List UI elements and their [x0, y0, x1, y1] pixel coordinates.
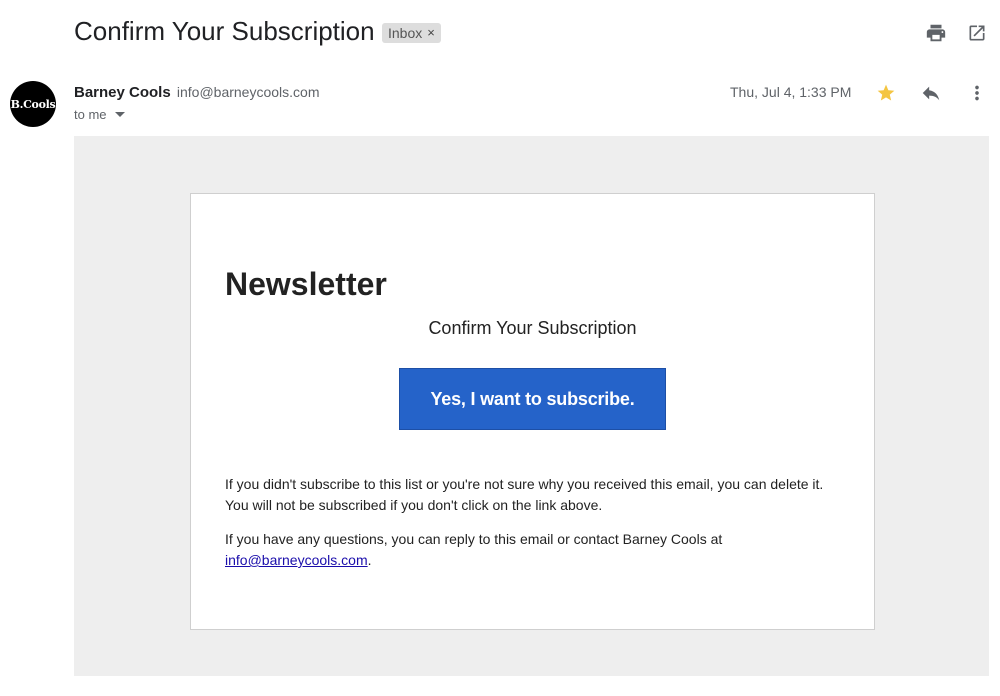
disclaimer-text: If you didn't subscribe to this list or …	[225, 476, 824, 513]
contact-email-link[interactable]: info@barneycools.com	[225, 552, 368, 568]
email-content-card: Newsletter Confirm Your Subscription Yes…	[190, 193, 875, 630]
sender-email: info@barneycools.com	[176, 84, 320, 100]
email-timestamp: Thu, Jul 4, 1:33 PM	[730, 84, 852, 100]
sender-name[interactable]: Barney Cools	[74, 84, 171, 101]
avatar-text: B.Cools	[10, 97, 56, 111]
email-subject: Confirm Your Subscription	[74, 16, 375, 46]
newsletter-heading: Newsletter	[225, 266, 387, 302]
reply-icon[interactable]	[918, 80, 944, 106]
contact-text: If you have any questions, you can reply…	[225, 529, 845, 571]
more-vertical-icon[interactable]	[964, 80, 990, 106]
label-chip-inbox[interactable]: Inbox ×	[382, 23, 441, 43]
label-chip-text: Inbox	[388, 25, 423, 41]
print-icon[interactable]	[923, 20, 949, 46]
contact-text-prefix: If you have any questions, you can reply…	[225, 531, 723, 547]
open-in-new-window-icon[interactable]	[964, 20, 990, 46]
sender-avatar[interactable]: B.Cools	[10, 81, 56, 127]
confirm-subheading: Confirm Your Subscription	[428, 318, 637, 338]
recipient-label: to me	[74, 107, 107, 122]
star-icon[interactable]	[873, 80, 899, 106]
subscribe-button[interactable]: Yes, I want to subscribe.	[399, 368, 666, 430]
recipient-details-toggle[interactable]: to me	[74, 107, 125, 122]
sender-line: Barney Cools info@barneycools.com	[74, 84, 320, 101]
contact-text-suffix: .	[367, 552, 372, 568]
remove-label-icon[interactable]: ×	[427, 23, 435, 43]
chevron-down-icon	[114, 112, 125, 117]
